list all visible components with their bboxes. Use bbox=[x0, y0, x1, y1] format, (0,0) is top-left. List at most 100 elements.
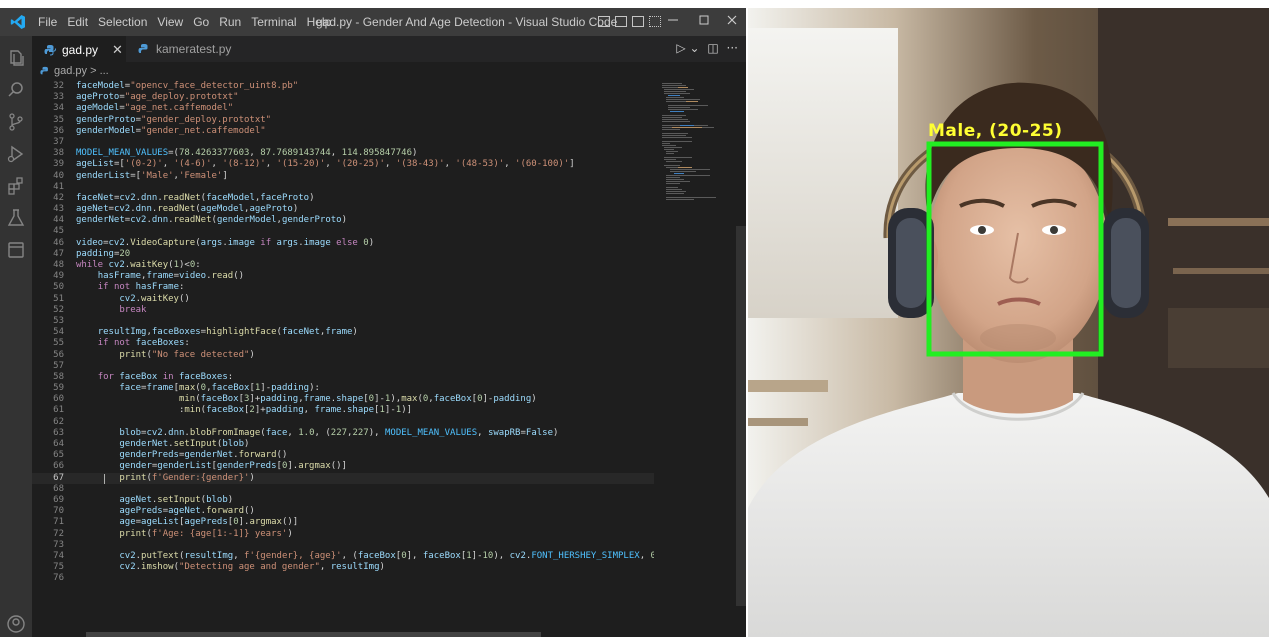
code-text: ageModel="age_net.caffemodel" bbox=[76, 103, 234, 114]
code-text: print(f'Gender:{gender}') bbox=[119, 472, 255, 483]
code-line[interactable]: 74 cv2.putText(resultImg, f'{gender}, {a… bbox=[32, 551, 654, 562]
code-line[interactable]: 53 bbox=[32, 316, 654, 327]
explorer-icon[interactable] bbox=[6, 48, 26, 68]
code-line[interactable]: 48 while cv2.waitKey(1)<0: bbox=[32, 260, 654, 271]
code-line[interactable]: 36 genderModel="gender_net.caffemodel" bbox=[32, 126, 654, 137]
code-line[interactable]: 34 ageModel="age_net.caffemodel" bbox=[32, 103, 654, 114]
code-line[interactable]: 73 bbox=[32, 540, 654, 551]
tab-bar: gad.py ✕ kameratest.py ▷ ⌄ ◫ ··· bbox=[32, 36, 746, 62]
layout-controls bbox=[598, 16, 666, 27]
code-line[interactable]: 33 ageProto="age_deploy.prototxt" bbox=[32, 92, 654, 103]
line-number: 33 bbox=[53, 92, 64, 103]
code-line[interactable]: 68 bbox=[32, 484, 654, 495]
code-line[interactable]: 55 if not faceBoxes: bbox=[32, 338, 654, 349]
remote-explorer-icon[interactable] bbox=[6, 240, 26, 260]
close-window-button[interactable] bbox=[716, 8, 746, 36]
close-icon bbox=[727, 15, 737, 25]
code-text: print("No face detected") bbox=[119, 349, 255, 360]
line-number: 52 bbox=[53, 304, 64, 315]
code-line[interactable]: 59 face=frame[max(0,faceBox[1]-padding): bbox=[32, 383, 654, 394]
code-line[interactable]: 44 genderNet=cv2.dnn.readNet(genderModel,… bbox=[32, 215, 654, 226]
menu-item-go[interactable]: Go bbox=[193, 15, 209, 29]
activity-bar bbox=[0, 36, 32, 637]
code-line[interactable]: 75 cv2.imshow("Detecting age and gender"… bbox=[32, 562, 654, 573]
vertical-scrollbar-thumb[interactable] bbox=[736, 226, 746, 606]
code-line[interactable]: 43 ageNet=cv2.dnn.readNet(ageModel,agePro… bbox=[32, 204, 654, 215]
menu-item-edit[interactable]: Edit bbox=[67, 15, 88, 29]
code-line[interactable]: 65 genderPreds=genderNet.forward() bbox=[32, 450, 654, 461]
extensions-icon[interactable] bbox=[6, 176, 26, 196]
line-number: 51 bbox=[53, 293, 64, 304]
code-text: hasFrame,frame=video.read() bbox=[97, 271, 245, 282]
code-line[interactable]: 69 ageNet.setInput(blob) bbox=[32, 495, 654, 506]
line-number: 43 bbox=[53, 204, 64, 215]
minimap[interactable] bbox=[660, 81, 716, 241]
code-line[interactable]: 49 hasFrame,frame=video.read() bbox=[32, 271, 654, 282]
code-line[interactable]: 70 agePreds=ageNet.forward() bbox=[32, 506, 654, 517]
code-line[interactable]: 32 faceModel="opencv_face_detector_uint8.… bbox=[32, 81, 654, 92]
line-number: 75 bbox=[53, 562, 64, 573]
code-line[interactable]: 50 if not hasFrame: bbox=[32, 282, 654, 293]
menu-item-file[interactable]: File bbox=[38, 15, 57, 29]
testing-icon[interactable] bbox=[6, 208, 26, 228]
search-icon[interactable] bbox=[6, 80, 26, 100]
code-line[interactable]: 72 print(f'Age: {age[1:-1]} years') bbox=[32, 529, 654, 540]
code-line[interactable]: 52 break bbox=[32, 305, 654, 316]
code-line[interactable]: 40 genderList=['Male','Female'] bbox=[32, 171, 654, 182]
accounts-icon[interactable] bbox=[6, 614, 26, 634]
detection-label: Male, (20-25) bbox=[928, 121, 1063, 141]
code-line[interactable]: 38 MODEL_MEAN_VALUES=(78.4263377603, 87.7… bbox=[32, 148, 654, 159]
menu-item-terminal[interactable]: Terminal bbox=[251, 15, 296, 29]
code-line[interactable]: 47 padding=20 bbox=[32, 249, 654, 260]
chevron-down-icon[interactable]: ⌄ bbox=[689, 41, 699, 55]
menu-item-view[interactable]: View bbox=[157, 15, 183, 29]
toggle-secondary-sidebar-icon[interactable] bbox=[632, 16, 644, 27]
code-line[interactable]: 39 ageList=['(0-2)', '(4-6)', '(8-12)', '… bbox=[32, 159, 654, 170]
line-number: 55 bbox=[53, 338, 64, 349]
text-cursor bbox=[104, 473, 105, 484]
code-line[interactable]: 61 :min(faceBox[2]+padding, frame.shape[… bbox=[32, 405, 654, 416]
code-text: blob=cv2.dnn.blobFromImage(face, 1.0, (2… bbox=[119, 427, 559, 438]
code-line[interactable]: 64 genderNet.setInput(blob) bbox=[32, 439, 654, 450]
python-file-icon bbox=[44, 44, 56, 55]
code-line[interactable]: 58 for faceBox in faceBoxes: bbox=[32, 372, 654, 383]
minimize-button[interactable] bbox=[657, 8, 689, 36]
code-text: break bbox=[119, 304, 147, 315]
code-line[interactable]: 60 min(faceBox[3]+padding,frame.shape[0]… bbox=[32, 394, 654, 405]
toggle-sidebar-icon[interactable] bbox=[598, 16, 610, 27]
code-line[interactable]: 71 age=ageList[agePreds[0].argmax()] bbox=[32, 517, 654, 528]
code-line[interactable]: 45 bbox=[32, 226, 654, 237]
code-line[interactable]: 51 cv2.waitKey() bbox=[32, 294, 654, 305]
close-tab-icon[interactable]: ✕ bbox=[112, 42, 123, 58]
code-line[interactable]: 41 bbox=[32, 182, 654, 193]
code-line[interactable]: 46 video=cv2.VideoCapture(args.image if a… bbox=[32, 238, 654, 249]
code-line[interactable]: 63 blob=cv2.dnn.blobFromImage(face, 1.0,… bbox=[32, 428, 654, 439]
code-line[interactable]: 66 gender=genderList[genderPreds[0].argm… bbox=[32, 461, 654, 472]
breadcrumb[interactable]: gad.py > ... bbox=[32, 62, 746, 80]
vscode-logo-icon bbox=[10, 15, 25, 29]
code-editor[interactable]: 32 faceModel="opencv_face_detector_uint8.… bbox=[32, 81, 654, 629]
source-control-icon[interactable] bbox=[6, 112, 26, 132]
code-line[interactable]: 35 genderProto="gender_deploy.prototxt" bbox=[32, 115, 654, 126]
code-line[interactable]: 67 print(f'Gender:{gender}') bbox=[32, 472, 654, 484]
code-line[interactable]: 62 bbox=[32, 417, 654, 428]
horizontal-scrollbar[interactable] bbox=[86, 632, 541, 637]
code-line[interactable]: 76 bbox=[32, 573, 654, 584]
window-title: gad.py - Gender And Age Detection - Visu… bbox=[316, 15, 618, 29]
code-line[interactable]: 42 faceNet=cv2.dnn.readNet(faceModel,face… bbox=[32, 193, 654, 204]
line-number: 73 bbox=[53, 539, 64, 550]
run-debug-icon[interactable] bbox=[6, 144, 26, 164]
tab-kameratest-py[interactable]: kameratest.py bbox=[128, 36, 238, 62]
code-line[interactable]: 37 bbox=[32, 137, 654, 148]
code-line[interactable]: 57 bbox=[32, 361, 654, 372]
code-text: if not hasFrame: bbox=[97, 282, 185, 293]
toggle-panel-icon[interactable] bbox=[615, 16, 627, 27]
code-line[interactable]: 54 resultImg,faceBoxes=highlightFace(fac… bbox=[32, 327, 654, 338]
run-file-icon[interactable]: ▷ bbox=[676, 41, 685, 55]
more-actions-icon[interactable]: ··· bbox=[727, 41, 738, 55]
menu-item-selection[interactable]: Selection bbox=[98, 15, 147, 29]
menu-item-run[interactable]: Run bbox=[219, 15, 241, 29]
tab-gad-py[interactable]: gad.py ✕ bbox=[32, 36, 126, 62]
code-line[interactable]: 56 print("No face detected") bbox=[32, 350, 654, 361]
split-editor-icon[interactable]: ◫ bbox=[707, 41, 718, 55]
